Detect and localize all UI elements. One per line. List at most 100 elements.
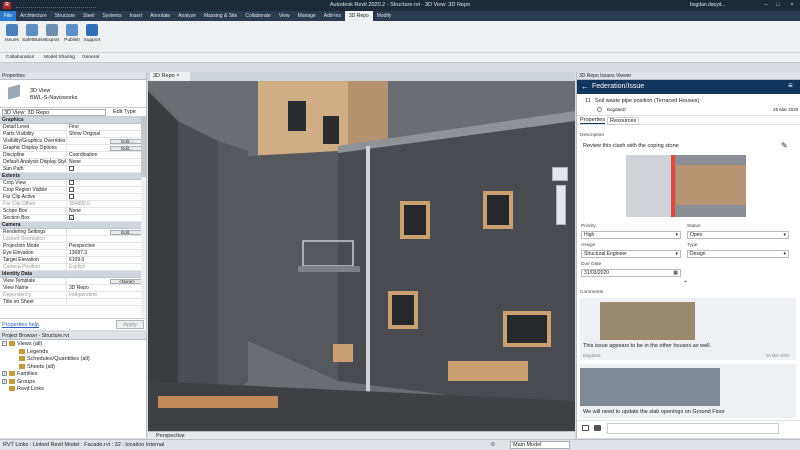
- browser-item-sheets-all[interactable]: Sheets (all): [2, 364, 144, 372]
- ribbon-tab-systems[interactable]: Systems: [98, 11, 125, 21]
- view-tab-3d-repo[interactable]: 3D Repo ×: [150, 72, 190, 81]
- tab-properties[interactable]: Properties: [580, 117, 606, 124]
- active-model-select[interactable]: Main Model: [510, 441, 570, 449]
- tab-resources[interactable]: Resources: [607, 117, 640, 125]
- edit-button[interactable]: Edit...: [110, 139, 144, 144]
- priority-select[interactable]: High ▾: [581, 231, 681, 239]
- apply-button[interactable]: Apply: [116, 320, 144, 329]
- property-row-far-clip-active[interactable]: Far Clip Active: [0, 194, 146, 201]
- ribbon-tab-massing-site[interactable]: Massing & Site: [200, 11, 241, 21]
- calendar-icon[interactable]: ▦: [673, 270, 678, 277]
- property-edit-button[interactable]: <None>: [66, 278, 146, 284]
- expand-toggle-icon[interactable]: +: [2, 378, 7, 384]
- property-row-eye-elevation[interactable]: Eye Elevation 13687.3: [0, 250, 146, 257]
- type-select[interactable]: Design ▾: [687, 250, 789, 258]
- property-row-view-name[interactable]: View Name 3D Repo: [0, 285, 146, 292]
- safetibase-button[interactable]: SafetiBase: [22, 24, 45, 43]
- property-row-projection-mode[interactable]: Projection Mode Perspective: [0, 243, 146, 250]
- property-value[interactable]: Perspective: [66, 243, 146, 249]
- due-date-input[interactable]: 31/03/2020 ▦: [581, 269, 681, 277]
- property-value[interactable]: [66, 299, 146, 305]
- ribbon-tab-manage[interactable]: Manage: [294, 11, 320, 21]
- comment-screenshot[interactable]: [600, 302, 695, 340]
- publish-button[interactable]: Publish: [62, 24, 82, 43]
- ribbon-tab-view[interactable]: View: [275, 11, 294, 21]
- browser-item-families[interactable]: + Families: [2, 371, 144, 379]
- property-row-default-analysis-display-style[interactable]: Default Analysis Display Style None: [0, 159, 146, 166]
- collapse-chevron-icon[interactable]: ⌃: [683, 280, 688, 287]
- edit-button[interactable]: Edit...: [110, 230, 144, 235]
- ribbon-tab-add-ins[interactable]: Add-Ins: [320, 11, 345, 21]
- property-row-title-on-sheet[interactable]: Title on Sheet: [0, 299, 146, 306]
- ribbon-tab-steel[interactable]: Steel: [79, 11, 98, 21]
- property-value[interactable]: None: [66, 159, 146, 165]
- edit-type-button[interactable]: Edit Type: [113, 109, 136, 115]
- property-row-dependency[interactable]: Dependency Independent: [0, 292, 146, 299]
- tab-close-icon[interactable]: ×: [176, 73, 179, 79]
- expand-toggle-icon[interactable]: −: [2, 341, 7, 347]
- property-edit-button[interactable]: Edit...: [66, 138, 146, 144]
- browser-item-groups[interactable]: + Groups: [2, 379, 144, 387]
- property-row-detail-level[interactable]: Detail Level Fine: [0, 124, 146, 131]
- property-row-locked-orientation[interactable]: Locked Orientation: [0, 236, 146, 243]
- browser-item-views-all[interactable]: − Views (all): [2, 341, 144, 349]
- status-select[interactable]: Open ▾: [687, 231, 789, 239]
- property-row-camera-position[interactable]: Camera Position Explicit: [0, 264, 146, 271]
- property-value[interactable]: 13687.3: [66, 250, 146, 256]
- ribbon-tab-analyze[interactable]: Analyze: [174, 11, 200, 21]
- property-edit-button[interactable]: Edit...: [66, 229, 146, 235]
- property-row-crop-view[interactable]: Crop View: [0, 180, 146, 187]
- property-edit-button[interactable]: Edit...: [66, 145, 146, 151]
- property-row-section-box[interactable]: Section Box ✓: [0, 215, 146, 222]
- section-identity-data[interactable]: Identity Data: [0, 271, 146, 278]
- property-row-view-template[interactable]: View Template <None>: [0, 278, 146, 285]
- support-button[interactable]: Support: [82, 24, 102, 43]
- image-icon[interactable]: [582, 425, 589, 431]
- property-value[interactable]: Fine: [66, 124, 146, 130]
- ribbon-tab-file[interactable]: File: [0, 11, 17, 21]
- property-value[interactable]: None: [66, 208, 146, 214]
- property-value[interactable]: Show Original: [66, 131, 146, 137]
- checked-checkbox-icon[interactable]: ✓: [69, 215, 74, 220]
- close-icon[interactable]: ×: [786, 0, 798, 11]
- view-cube[interactable]: [552, 167, 568, 181]
- ribbon-tab-collaborate[interactable]: Collaborate: [241, 11, 275, 21]
- edit-pencil-icon[interactable]: ✎: [781, 141, 788, 150]
- property-value[interactable]: Independent: [66, 292, 146, 298]
- ribbon-tab-modify[interactable]: Modify: [373, 11, 396, 21]
- issue-screenshot[interactable]: [626, 155, 746, 217]
- minimize-icon[interactable]: –: [760, 0, 772, 11]
- checkbox-icon[interactable]: [69, 187, 74, 192]
- edit-button[interactable]: Edit...: [110, 146, 144, 151]
- ribbon-tab-structure[interactable]: Structure: [51, 11, 79, 21]
- checkbox-icon[interactable]: [69, 194, 74, 199]
- maximize-icon[interactable]: □: [772, 0, 784, 11]
- browser-item-schedules-quantities-all[interactable]: Schedules/Quantities (all): [2, 356, 144, 364]
- property-checkbox[interactable]: [66, 180, 146, 186]
- ribbon-tab-annotate[interactable]: Annotate: [146, 11, 174, 21]
- properties-scrollbar[interactable]: [141, 117, 146, 317]
- issue-summary[interactable]: 11 Soil waste pipe position (Terraced Ho…: [577, 94, 800, 116]
- property-row-parts-visibility[interactable]: Parts Visibility Show Original: [0, 131, 146, 138]
- section-camera[interactable]: Camera: [0, 222, 146, 229]
- 3d-viewport[interactable]: [148, 81, 575, 431]
- property-row-visibility-graphics-overrides[interactable]: Visibility/Graphics Overrides Edit...: [0, 138, 146, 145]
- property-value[interactable]: Explicit: [66, 264, 146, 270]
- property-checkbox[interactable]: [66, 187, 146, 193]
- property-value[interactable]: [66, 236, 146, 242]
- instance-selector[interactable]: 3D View: 3D Repo: [2, 109, 106, 116]
- checkbox-icon[interactable]: [69, 180, 74, 185]
- property-row-graphic-display-options[interactable]: Graphic Display Options Edit...: [0, 145, 146, 152]
- property-row-crop-region-visible[interactable]: Crop Region Visible: [0, 187, 146, 194]
- property-row-rendering-settings[interactable]: Rendering Settings Edit...: [0, 229, 146, 236]
- property-row-discipline[interactable]: Discipline Coordination: [0, 152, 146, 159]
- property-row-sun-path[interactable]: Sun Path: [0, 166, 146, 173]
- camera-icon[interactable]: [594, 425, 601, 431]
- browser-item-revit-links[interactable]: Revit Links: [2, 386, 144, 394]
- property-value[interactable]: Coordination: [66, 152, 146, 158]
- menu-icon[interactable]: ≡: [788, 81, 793, 90]
- property-row-scope-box[interactable]: Scope Box None: [0, 208, 146, 215]
- expand-toggle-icon[interactable]: +: [2, 371, 7, 377]
- type-selector[interactable]: 3D View BWL-S-Navisworks: [0, 80, 146, 108]
- ribbon-tab-3d-repo[interactable]: 3D Repo: [344, 11, 373, 21]
